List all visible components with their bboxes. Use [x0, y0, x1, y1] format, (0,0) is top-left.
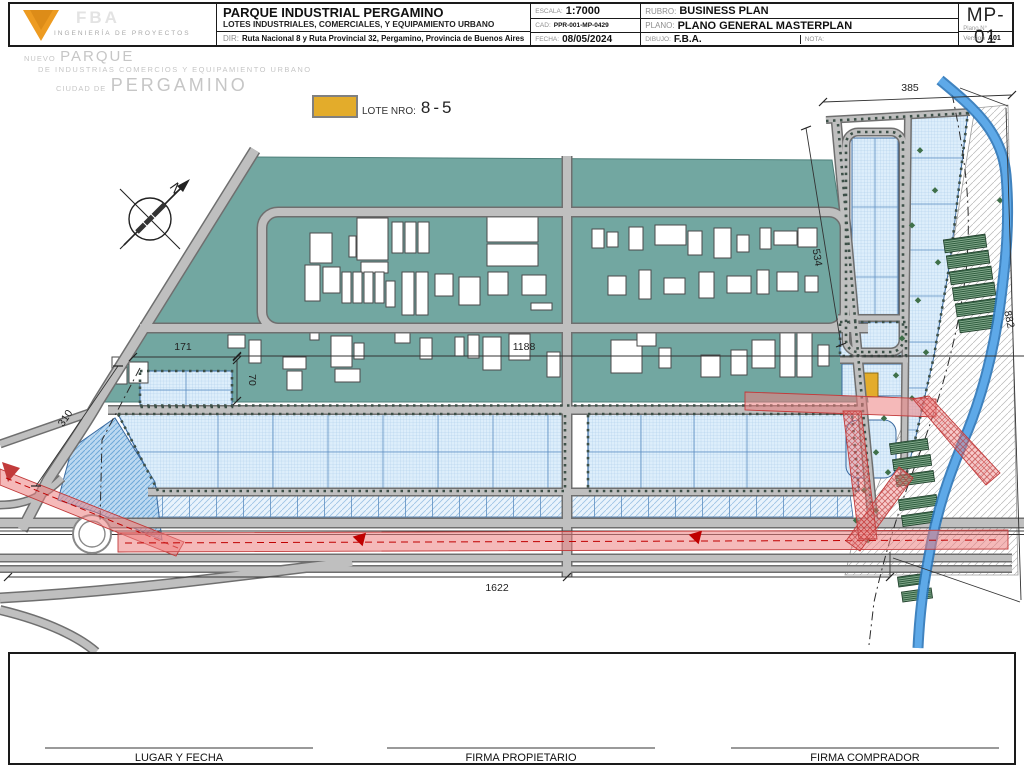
plan-watermark-heading: NUEVO PARQUE DE INDUSTRIAS COMERCIOS Y E… — [24, 49, 312, 95]
logo-tagline: INGENIERÍA DE PROYECTOS — [54, 30, 191, 37]
wm-big1: PARQUE — [60, 48, 134, 65]
escala-label: ESCALA: — [535, 8, 562, 15]
fecha-label: FECHA: — [535, 36, 559, 43]
dim-385: 385 — [901, 82, 919, 94]
legend-label: LOTE NRO: — [362, 106, 416, 117]
nota-label: NOTA: — [805, 36, 824, 43]
plano-label: PLANO: — [645, 21, 674, 30]
plan-cell: RUBRO: BUSINESS PLAN PLANO: PLANO GENERA… — [640, 4, 958, 45]
version-value: A01 — [988, 35, 1001, 42]
wm-line2: DE INDUSTRIAS COMERCIOS Y EQUIPAMIENTO U… — [38, 66, 312, 74]
lot-color-swatch — [312, 95, 358, 118]
wm-prefix1: NUEVO — [24, 54, 56, 63]
signature-lugar-fecha: LUGAR Y FECHA — [45, 747, 313, 764]
wm-big3: PERGAMINO — [111, 75, 248, 95]
dibujo-value: F.B.A. — [674, 34, 702, 45]
drawing-sheet: 385 534 882 1188 171 70 310 1622 — [0, 0, 1024, 768]
dim-171: 171 — [174, 341, 192, 353]
rubro-label: RUBRO: — [645, 7, 676, 16]
logo-cell: FBA INGENIERÍA DE PROYECTOS — [10, 4, 216, 45]
project-subtitle: LOTES INDUSTRIALES, COMERCIALES, Y EQUIP… — [223, 20, 524, 29]
north-arrow-icon: N — [120, 179, 190, 249]
title-block: FBA INGENIERÍA DE PROYECTOS PARQUE INDUS… — [8, 2, 1014, 47]
signature-box: LUGAR Y FECHA FIRMA PROPIETARIO FIRMA CO… — [8, 652, 1016, 765]
sheet-cell: MP-01 Plano N° Version A01 — [958, 4, 1012, 45]
rubro-value: BUSINESS PLAN — [679, 5, 768, 17]
lot-legend: LOTE NRO: 8-5 — [312, 95, 454, 118]
plano-value: PLANO GENERAL MASTERPLAN — [678, 20, 853, 32]
project-title: PARQUE INDUSTRIAL PERGAMINO — [223, 6, 524, 20]
signature-propietario: FIRMA PROPIETARIO — [387, 747, 655, 764]
dim-1188: 1188 — [513, 341, 536, 353]
cad-value: PPR-001-MP-0429 — [554, 22, 609, 29]
wm-prefix3: CIUDAD DE — [56, 84, 106, 93]
legend-lot-number: 8-5 — [421, 98, 455, 118]
compass-north-label: N — [167, 179, 186, 196]
dibujo-label: DIBUJO: — [645, 36, 671, 43]
dir-value: Ruta Nacional 8 y Ruta Provincial 32, Pe… — [242, 34, 524, 43]
project-cell: PARQUE INDUSTRIAL PERGAMINO LOTES INDUST… — [216, 4, 530, 45]
dim-70: 70 — [246, 374, 258, 386]
cad-label: CAD: — [535, 22, 551, 29]
dir-label: DIR: — [223, 34, 239, 43]
version-label: Version — [963, 35, 985, 42]
fba-logo-icon — [20, 5, 62, 45]
fecha-value: 08/05/2024 — [562, 34, 612, 45]
fba-watermark: FBA — [76, 8, 120, 28]
escala-value: 1:7000 — [566, 5, 600, 17]
dim-1622: 1622 — [485, 582, 509, 594]
meta-cell: ESCALA: 1:7000 CAD: PPR-001-MP-0429 FECH… — [530, 4, 640, 45]
signature-comprador: FIRMA COMPRADOR — [731, 747, 999, 764]
